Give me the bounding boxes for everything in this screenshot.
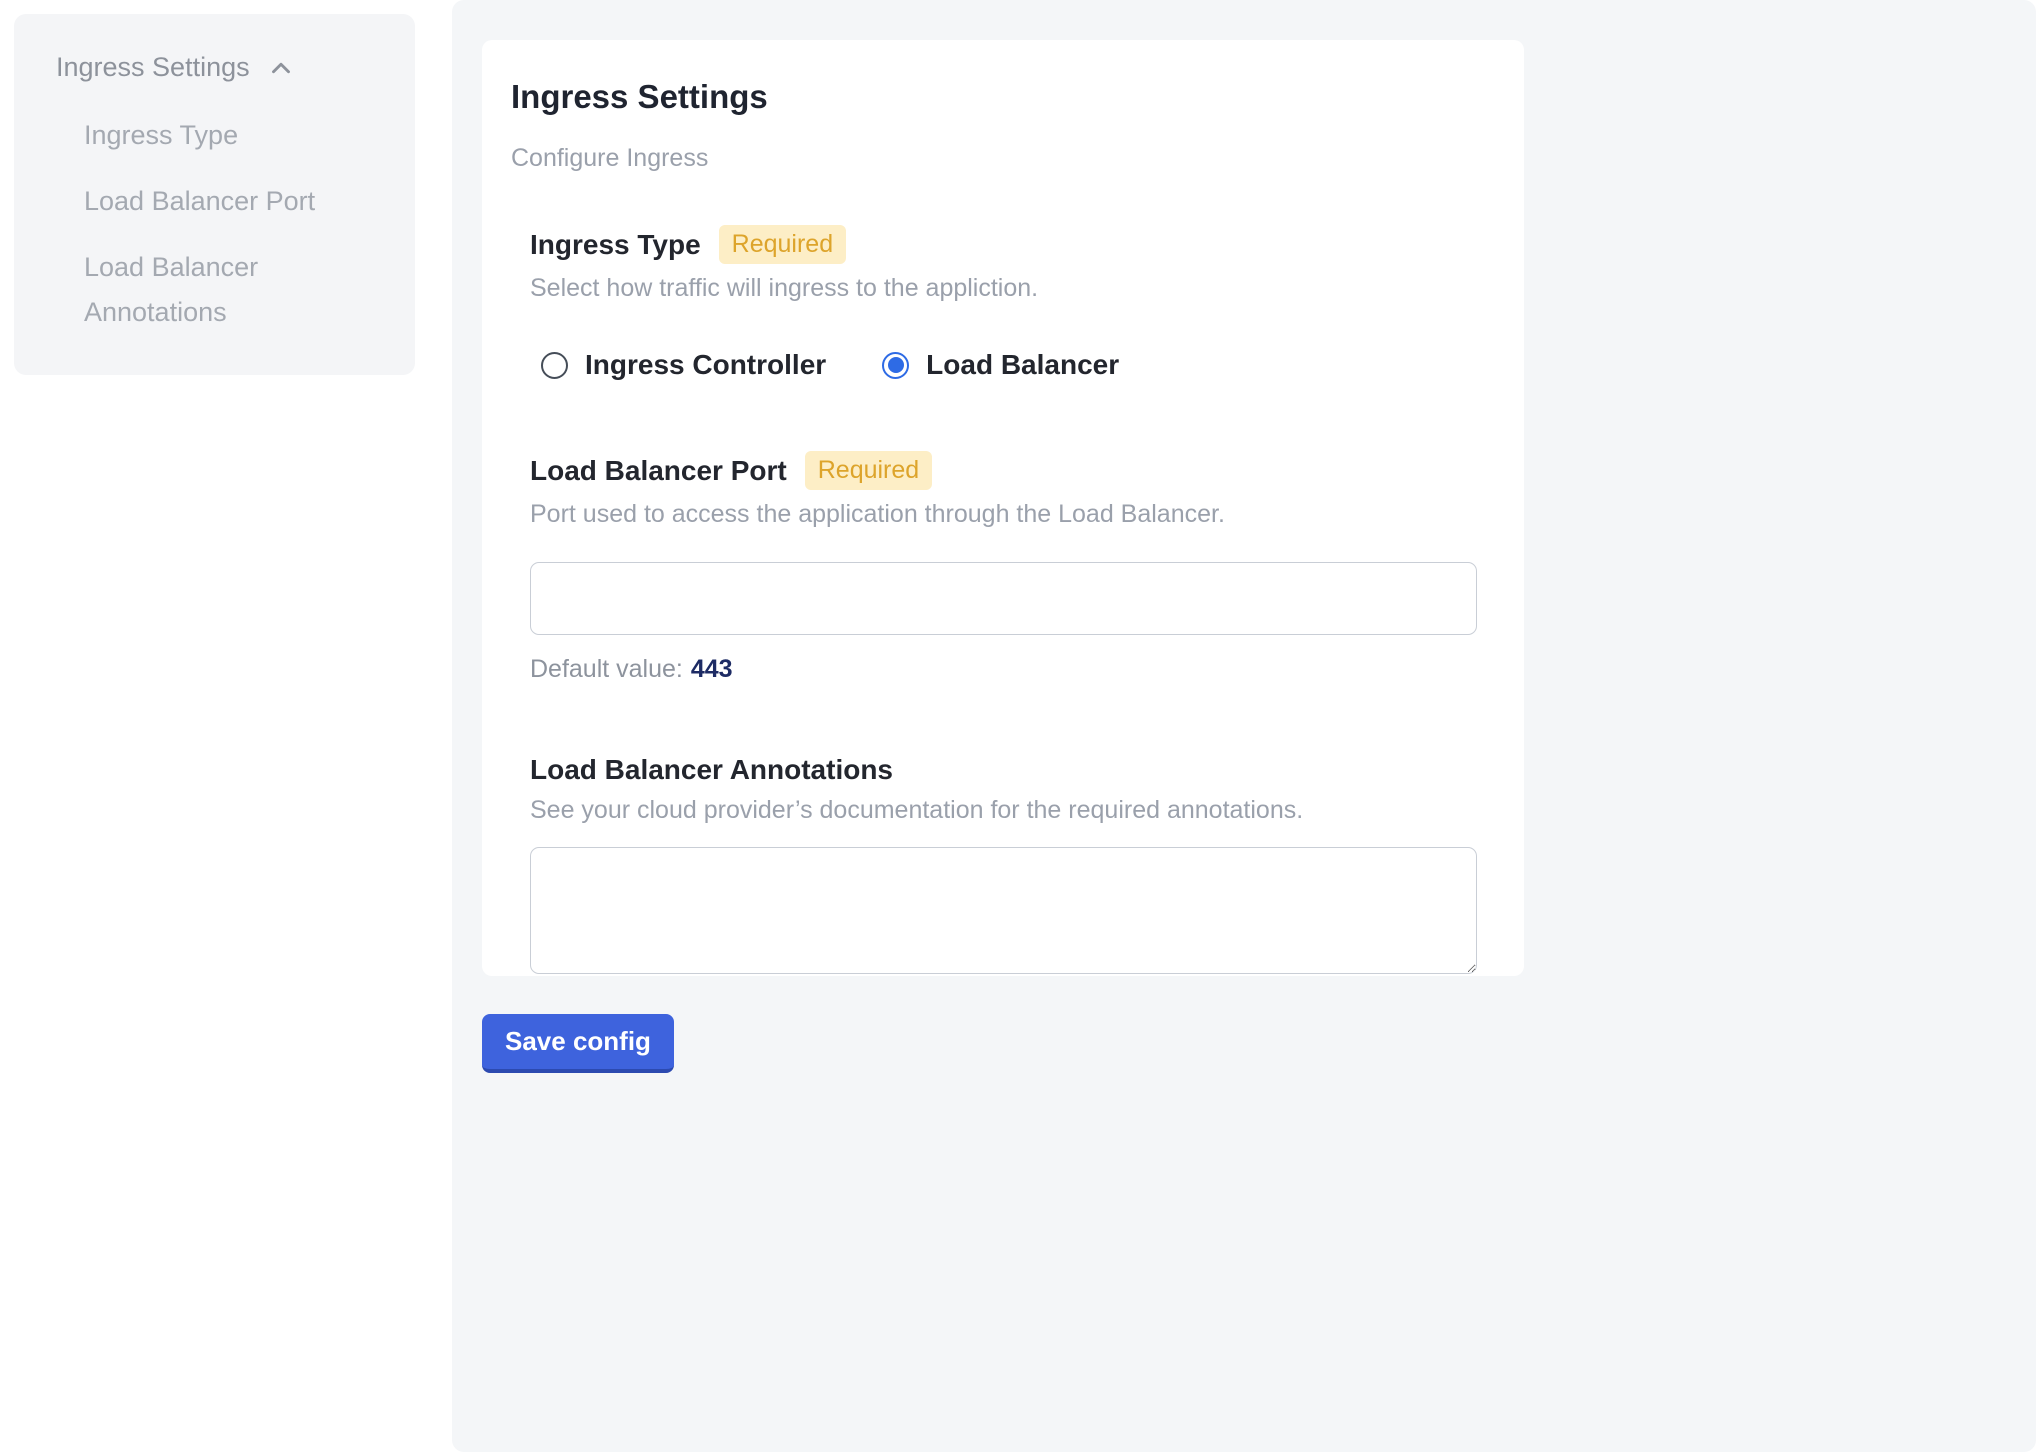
load-balancer-port-input[interactable] — [530, 562, 1477, 635]
sidebar-item-load-balancer-port[interactable]: Load Balancer Port — [84, 179, 334, 224]
radio-option-load-balancer[interactable]: Load Balancer — [882, 349, 1119, 381]
ingress-settings-card: Ingress Settings Configure Ingress Ingre… — [482, 40, 1524, 976]
config-panel: Ingress Settings Configure Ingress Ingre… — [452, 0, 2036, 1452]
save-config-button[interactable]: Save config — [482, 1014, 674, 1073]
default-value-line: Default value: 443 — [530, 655, 1477, 684]
radio-selected-icon[interactable] — [882, 352, 909, 379]
settings-sidebar: Ingress Settings Ingress Type Load Balan… — [14, 14, 415, 375]
sidebar-group-ingress-settings[interactable]: Ingress Settings — [56, 52, 296, 83]
field-load-balancer-port: Load Balancer Port Required Port used to… — [530, 451, 1477, 684]
sidebar-group-label: Ingress Settings — [56, 52, 250, 83]
field-load-balancer-annotations: Load Balancer Annotations See your cloud… — [530, 754, 1477, 974]
radio-option-ingress-controller[interactable]: Ingress Controller — [541, 349, 826, 381]
sidebar-item-list: Ingress Type Load Balancer Port Load Bal… — [84, 113, 415, 335]
default-value: 443 — [691, 655, 733, 683]
load-balancer-port-description: Port used to access the application thro… — [530, 500, 1477, 529]
load-balancer-annotations-textarea[interactable] — [530, 847, 1477, 974]
load-balancer-annotations-label: Load Balancer Annotations — [530, 754, 893, 786]
required-badge: Required — [805, 451, 932, 490]
ingress-type-description: Select how traffic will ingress to the a… — [530, 274, 1477, 303]
field-ingress-type: Ingress Type Required Select how traffic… — [530, 225, 1477, 381]
ingress-type-label: Ingress Type — [530, 229, 701, 261]
chevron-up-icon — [266, 53, 296, 83]
radio-unselected-icon[interactable] — [541, 352, 568, 379]
load-balancer-port-label: Load Balancer Port — [530, 455, 787, 487]
required-badge: Required — [719, 225, 846, 264]
page-title: Ingress Settings — [511, 78, 1477, 116]
radio-label-load-balancer: Load Balancer — [926, 349, 1119, 381]
ingress-form: Ingress Type Required Select how traffic… — [530, 225, 1477, 974]
radio-label-ingress-controller: Ingress Controller — [585, 349, 826, 381]
sidebar-item-ingress-type[interactable]: Ingress Type — [84, 113, 334, 158]
ingress-type-radio-group: Ingress Controller Load Balancer — [541, 349, 1477, 381]
page-subtitle: Configure Ingress — [511, 144, 1477, 173]
load-balancer-annotations-description: See your cloud provider’s documentation … — [530, 796, 1477, 825]
default-value-prefix: Default value: — [530, 655, 683, 683]
sidebar-item-load-balancer-annotations[interactable]: Load Balancer Annotations — [84, 245, 334, 335]
